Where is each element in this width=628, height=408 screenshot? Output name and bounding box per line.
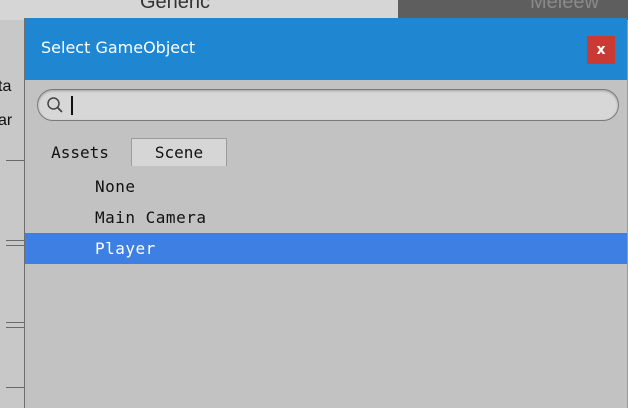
picker-tabs: Assets Scene xyxy=(25,138,627,166)
background-left-column: ta ar xyxy=(0,20,26,408)
tab-label: Scene xyxy=(154,143,204,162)
tab-scene[interactable]: Scene xyxy=(131,138,227,166)
background-header-text: Generic xyxy=(140,0,211,13)
window-titlebar[interactable]: Select GameObject x xyxy=(25,18,627,80)
search-row xyxy=(25,80,627,138)
window-title: Select GameObject xyxy=(41,38,196,57)
background-divider xyxy=(6,327,26,328)
background-divider xyxy=(6,387,26,388)
background-divider xyxy=(6,245,26,246)
list-item-none[interactable]: None xyxy=(25,171,627,202)
list-item-label: None xyxy=(95,177,136,196)
list-item-label: Player xyxy=(95,239,156,258)
background-left-fragment: ar xyxy=(0,112,13,129)
list-item-label: Main Camera xyxy=(95,208,207,227)
search-icon xyxy=(47,97,63,113)
close-icon: x xyxy=(596,42,606,58)
search-input[interactable] xyxy=(68,94,612,118)
close-button[interactable]: x xyxy=(587,36,615,64)
background-left-fragment: ta xyxy=(0,78,12,95)
tab-label: Assets xyxy=(51,142,109,162)
list-item-player[interactable]: Player xyxy=(25,233,627,264)
background-divider xyxy=(6,160,26,161)
select-gameobject-window: Select GameObject x Assets Scene None Ma… xyxy=(24,18,627,408)
background-dark-field-text: Meleew xyxy=(530,0,599,13)
background-divider xyxy=(6,240,26,241)
list-item-main-camera[interactable]: Main Camera xyxy=(25,202,627,233)
tab-assets[interactable]: Assets xyxy=(31,138,129,166)
search-field[interactable] xyxy=(37,89,619,121)
object-list: None Main Camera Player xyxy=(25,171,627,264)
text-cursor xyxy=(71,96,73,115)
background-divider xyxy=(6,322,26,323)
